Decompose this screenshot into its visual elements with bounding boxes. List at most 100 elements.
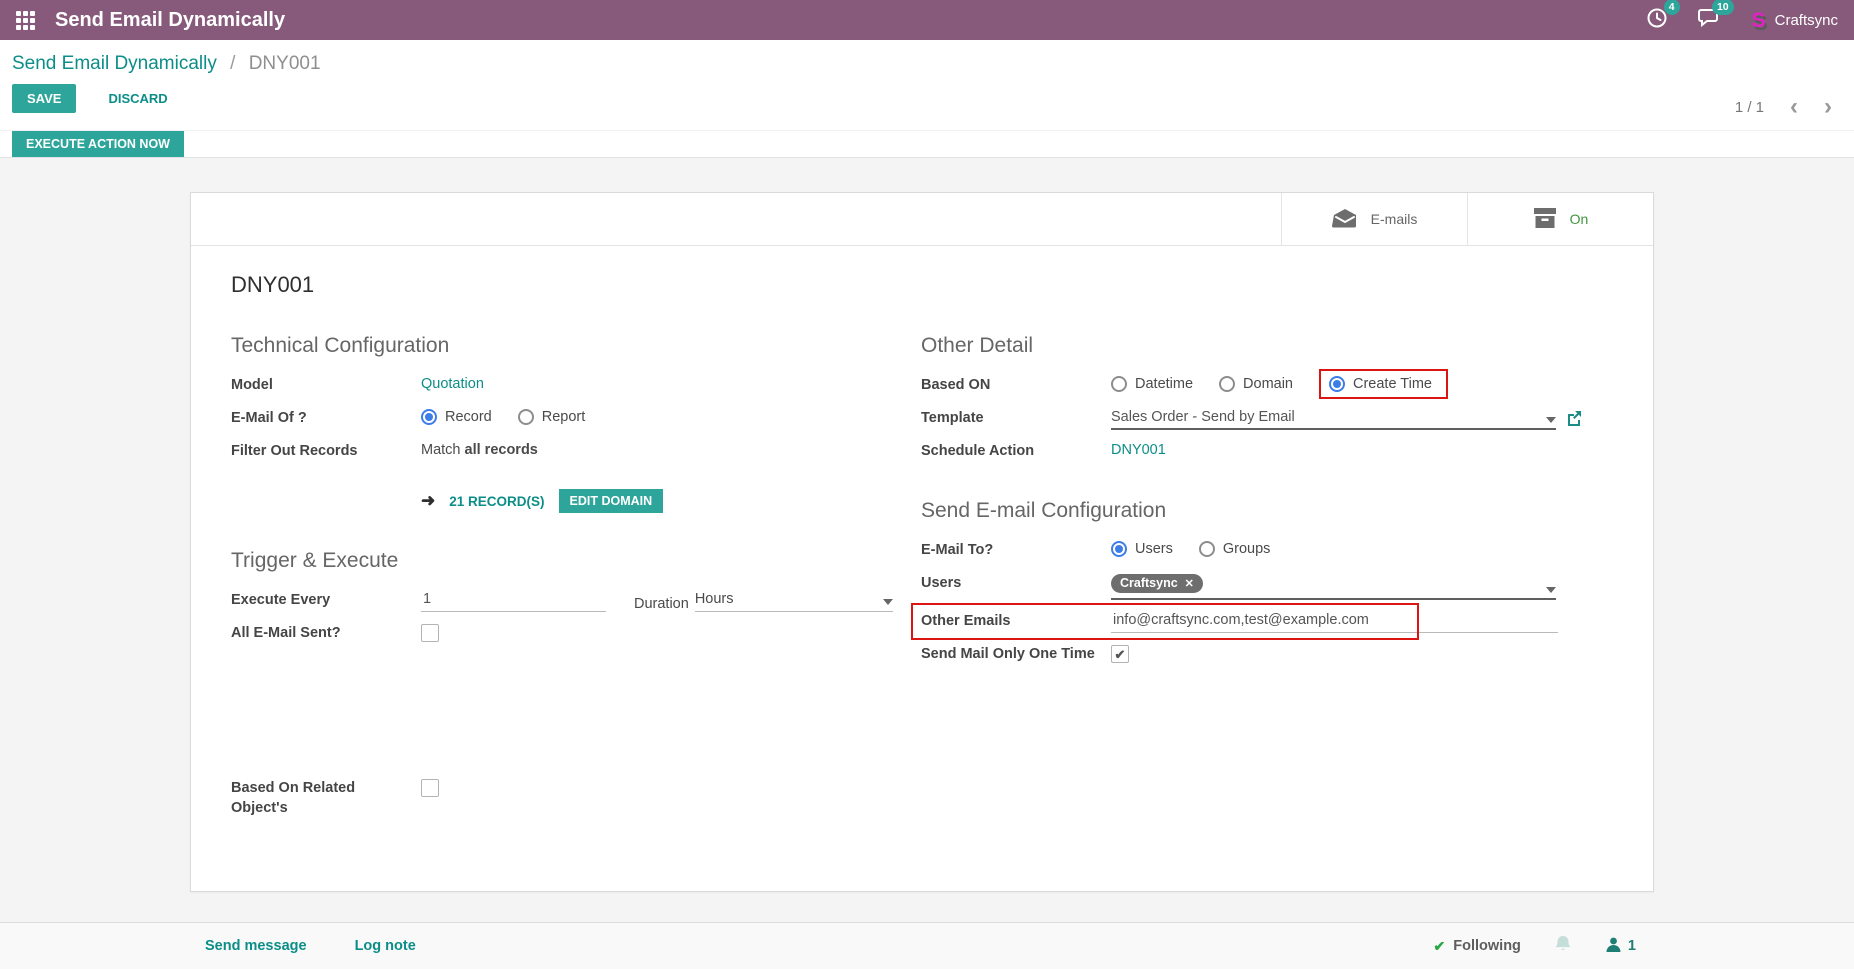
pager-next-icon[interactable]: ›: [1824, 98, 1832, 116]
email-to-row: E-Mail To? Users Groups: [921, 539, 1613, 562]
users-many2many-input[interactable]: Craftsync ✕: [1111, 574, 1556, 600]
app-title: Send Email Dynamically: [55, 9, 285, 32]
groups-radio-label: Groups: [1223, 541, 1271, 557]
person-icon: [1605, 936, 1622, 957]
record-radio-circle: [421, 409, 437, 425]
archive-stat-button[interactable]: On: [1467, 193, 1653, 245]
discard-button[interactable]: DISCARD: [102, 90, 173, 107]
apps-menu-icon[interactable]: [16, 11, 35, 30]
save-button[interactable]: SAVE: [12, 84, 76, 113]
model-label: Model: [231, 374, 421, 396]
messages-badge: 10: [1712, 0, 1734, 15]
activities-badge: 4: [1664, 0, 1680, 15]
filter-match-bold: all records: [465, 442, 538, 458]
control-panel: Send Email Dynamically / DNY001 SAVE DIS…: [0, 40, 1854, 130]
record-radio-label: Record: [445, 409, 492, 425]
users-row: Users Craftsync ✕: [921, 572, 1613, 600]
activity-clock-icon: [1646, 16, 1668, 33]
execute-every-input[interactable]: 1: [421, 591, 606, 612]
groups-radio[interactable]: Groups: [1199, 541, 1271, 557]
template-select[interactable]: Sales Order - Send by Email: [1111, 409, 1556, 430]
technical-configuration-heading: Technical Configuration: [231, 334, 876, 358]
execute-every-row: Execute Every 1 Duration Hours: [231, 589, 876, 612]
edit-domain-button[interactable]: EDIT DOMAIN: [559, 489, 664, 513]
content-area: E-mails On DNY001 Technical Configuratio…: [0, 158, 1854, 922]
top-navbar: Send Email Dynamically 4 10 S Craftsync: [0, 0, 1854, 40]
user-tag: Craftsync ✕: [1111, 574, 1203, 593]
datetime-radio-label: Datetime: [1135, 376, 1193, 392]
send-email-configuration-heading: Send E-mail Configuration: [921, 499, 1613, 523]
followers-count: 1: [1628, 938, 1636, 954]
duration-select[interactable]: Hours: [695, 591, 893, 612]
breadcrumb: Send Email Dynamically / DNY001: [12, 53, 1854, 75]
chevron-down-icon: [1546, 417, 1556, 423]
email-of-field-row: E-Mail Of ? Record Report: [231, 407, 876, 430]
based-on-related-checkbox[interactable]: ✔: [421, 779, 439, 797]
report-radio[interactable]: Report: [518, 409, 586, 425]
user-menu[interactable]: S Craftsync: [1752, 10, 1838, 31]
email-of-label: E-Mail Of ?: [231, 407, 421, 429]
model-value-link[interactable]: Quotation: [421, 376, 484, 392]
messages-menu[interactable]: 10: [1698, 7, 1722, 34]
users-label: Users: [921, 572, 1111, 594]
avatar: S: [1752, 10, 1766, 31]
domain-radio[interactable]: Domain: [1219, 376, 1293, 392]
following-button[interactable]: ✔ Following: [1434, 938, 1521, 955]
send-once-checkbox[interactable]: ✔: [1111, 645, 1129, 663]
records-count-link[interactable]: 21 RECORD(S): [449, 494, 544, 509]
following-check-icon: ✔: [1434, 938, 1446, 955]
schedule-action-link[interactable]: DNY001: [1111, 442, 1166, 458]
left-column: Technical Configuration Model Quotation …: [231, 298, 876, 828]
envelope-icon: [1332, 207, 1358, 232]
execute-every-label: Execute Every: [231, 589, 421, 611]
chevron-down-icon: [883, 599, 893, 605]
archive-stat-label: On: [1570, 211, 1589, 227]
chevron-down-icon: [1546, 587, 1556, 593]
user-tag-label: Craftsync: [1120, 576, 1178, 590]
form-card-header: E-mails On: [191, 193, 1653, 246]
send-message-link[interactable]: Send message: [205, 938, 307, 954]
other-emails-label: Other Emails: [921, 610, 1111, 632]
other-emails-input[interactable]: info@craftsync.com,test@example.com: [1111, 612, 1558, 633]
filter-match-text: Match all records: [421, 440, 876, 458]
emails-stat-button[interactable]: E-mails: [1281, 193, 1467, 245]
datetime-radio[interactable]: Datetime: [1111, 376, 1193, 392]
template-row: Template Sales Order - Send by Email: [921, 407, 1613, 430]
other-detail-heading: Other Detail: [921, 334, 1613, 358]
create-time-radio[interactable]: Create Time: [1329, 376, 1432, 392]
model-field-row: Model Quotation: [231, 374, 876, 397]
trigger-execute-heading: Trigger & Execute: [231, 549, 876, 573]
template-selected-value: Sales Order - Send by Email: [1111, 409, 1295, 425]
all-email-sent-label: All E-Mail Sent?: [231, 622, 421, 644]
log-note-link[interactable]: Log note: [355, 938, 416, 954]
followers-button[interactable]: 1: [1605, 936, 1636, 957]
pager-previous-icon[interactable]: ‹: [1790, 98, 1798, 116]
tag-close-icon[interactable]: ✕: [1185, 577, 1194, 590]
activities-menu[interactable]: 4: [1646, 7, 1668, 34]
bell-icon[interactable]: [1553, 934, 1573, 959]
chat-bubble-icon: [1698, 16, 1722, 33]
users-radio-label: Users: [1135, 541, 1173, 557]
breadcrumb-parent-link[interactable]: Send Email Dynamically: [12, 53, 217, 74]
filter-out-records-row: Filter Out Records Match all records: [231, 440, 876, 463]
create-time-highlight-box: Create Time: [1319, 369, 1448, 399]
execute-action-now-button[interactable]: EXECUTE ACTION NOW: [12, 131, 184, 157]
schedule-action-row: Schedule Action DNY001: [921, 440, 1613, 463]
all-email-sent-row: All E-Mail Sent? ✔: [231, 622, 876, 645]
arrow-right-icon: ➜: [421, 491, 435, 511]
records-count-row: ➜ 21 RECORD(S) EDIT DOMAIN: [231, 473, 876, 513]
breadcrumb-separator: /: [230, 53, 235, 74]
domain-radio-label: Domain: [1243, 376, 1293, 392]
create-time-radio-circle: [1329, 376, 1345, 392]
duration-selected-value: Hours: [695, 591, 734, 607]
all-email-sent-checkbox[interactable]: ✔: [421, 624, 439, 642]
record-radio[interactable]: Record: [421, 409, 492, 425]
schedule-action-label: Schedule Action: [921, 440, 1111, 462]
pager-counter: 1 / 1: [1735, 99, 1764, 116]
based-on-related-row: Based On Related Object's ✔: [231, 777, 876, 818]
users-radio[interactable]: Users: [1111, 541, 1173, 557]
right-column: Other Detail Based ON Datetime Domain: [921, 298, 1613, 828]
external-link-icon[interactable]: [1566, 410, 1582, 430]
template-label: Template: [921, 407, 1111, 429]
based-on-label: Based ON: [921, 374, 1111, 396]
